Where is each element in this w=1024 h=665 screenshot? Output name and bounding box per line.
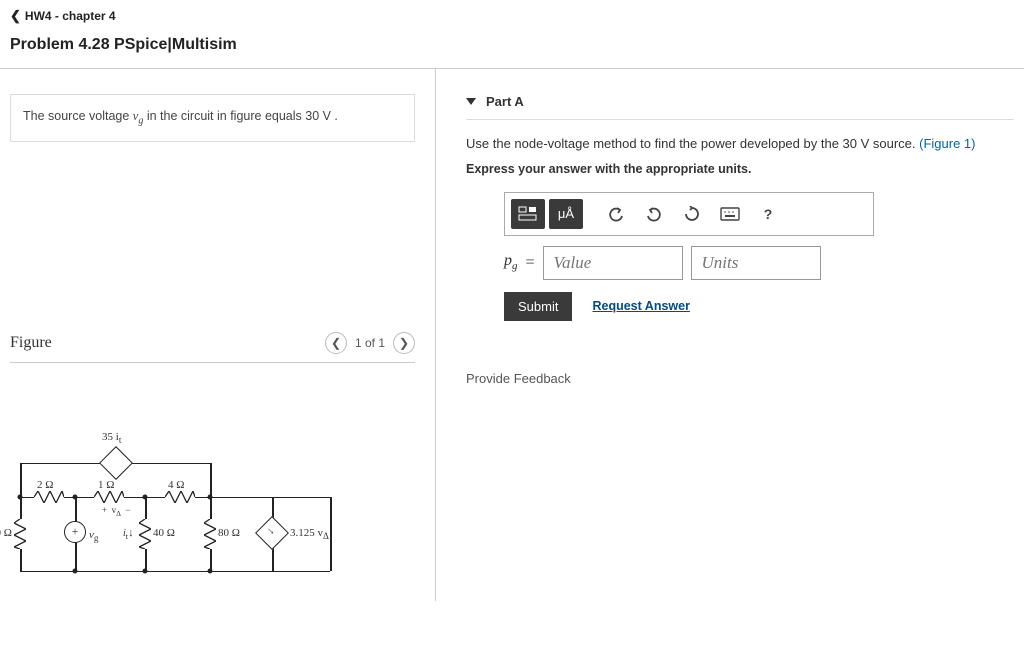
chevron-left-icon: ❮: [10, 8, 21, 24]
statement-suffix: in the circuit in figure equals 30 V .: [143, 109, 338, 123]
r6-label: 80 Ω: [218, 527, 240, 539]
r5-label: 40 Ω: [153, 527, 175, 539]
figure-pager: ❮ 1 of 1 ❯: [325, 332, 415, 354]
vdelta-label: + vΔ −: [102, 505, 130, 518]
figure-link[interactable]: (Figure 1): [919, 136, 975, 151]
help-label: ?: [764, 206, 773, 222]
right-column: Part A Use the node-voltage method to fi…: [435, 69, 1024, 601]
isrc-label: 3.125 vΔ: [290, 527, 329, 541]
resistor-r2: [94, 491, 124, 503]
units-input[interactable]: [691, 246, 821, 280]
statement-prefix: The source voltage: [23, 109, 133, 123]
eq-equals: =: [526, 254, 535, 272]
undo-button[interactable]: [599, 199, 633, 229]
circuit-figure: 35 it 2 Ω 1 Ω 4 Ω + vΔ − 20: [10, 421, 340, 581]
units-button[interactable]: μÅ: [549, 199, 583, 229]
r1-label: 2 Ω: [37, 479, 53, 491]
pager-next-button[interactable]: ❯: [393, 332, 415, 354]
voltage-source-icon: +: [64, 521, 86, 543]
request-answer-link[interactable]: Request Answer: [592, 299, 689, 313]
pager-prev-button[interactable]: ❮: [325, 332, 347, 354]
back-link[interactable]: ❮ HW4 - chapter 4: [10, 8, 116, 24]
vg-label: vg: [89, 529, 98, 543]
value-input[interactable]: [543, 246, 683, 280]
resistor-r4: [14, 519, 26, 549]
eq-variable: pg: [504, 252, 518, 272]
r3-label: 4 Ω: [168, 479, 184, 491]
keyboard-icon: [720, 207, 740, 221]
it-label: it↓: [123, 527, 134, 541]
help-button[interactable]: ?: [751, 199, 785, 229]
back-label: HW4 - chapter 4: [25, 9, 116, 23]
resistor-r3: [165, 491, 195, 503]
problem-statement: The source voltage vg in the circuit in …: [10, 94, 415, 142]
redo-icon: [646, 206, 662, 222]
provide-feedback-link[interactable]: Provide Feedback: [466, 371, 1014, 386]
fraction-icon: [518, 206, 538, 222]
collapse-icon: [466, 98, 476, 105]
dependent-source-icon: [99, 446, 133, 480]
resistor-r5: [139, 519, 151, 549]
instruction-text: Use the node-voltage method to find the …: [466, 136, 916, 151]
redo-button[interactable]: [637, 199, 671, 229]
part-label: Part A: [486, 94, 524, 109]
resistor-r6: [204, 519, 216, 549]
figure-heading: Figure: [10, 334, 52, 352]
submit-button[interactable]: Submit: [504, 292, 572, 321]
answer-toolbar: μÅ ?: [504, 192, 874, 236]
part-header[interactable]: Part A: [466, 94, 1014, 120]
left-column: The source voltage vg in the circuit in …: [0, 69, 435, 601]
problem-title: Problem 4.28 PSpice|Multisim: [10, 36, 1014, 54]
resistor-r1: [34, 491, 64, 503]
units-btn-label: μÅ: [558, 206, 574, 221]
templates-button[interactable]: [511, 199, 545, 229]
refresh-icon: [684, 206, 700, 222]
pager-text: 1 of 1: [355, 336, 385, 350]
undo-icon: [608, 206, 624, 222]
keyboard-button[interactable]: [713, 199, 747, 229]
express-units-text: Express your answer with the appropriate…: [466, 162, 1014, 176]
answer-row: pg =: [504, 246, 1014, 280]
part-instruction: Use the node-voltage method to find the …: [466, 134, 1014, 154]
reset-button[interactable]: [675, 199, 709, 229]
r2-label: 1 Ω: [98, 479, 114, 491]
r4-label: 20 Ω: [0, 527, 12, 539]
dep-src-label: 35 it: [102, 431, 121, 445]
